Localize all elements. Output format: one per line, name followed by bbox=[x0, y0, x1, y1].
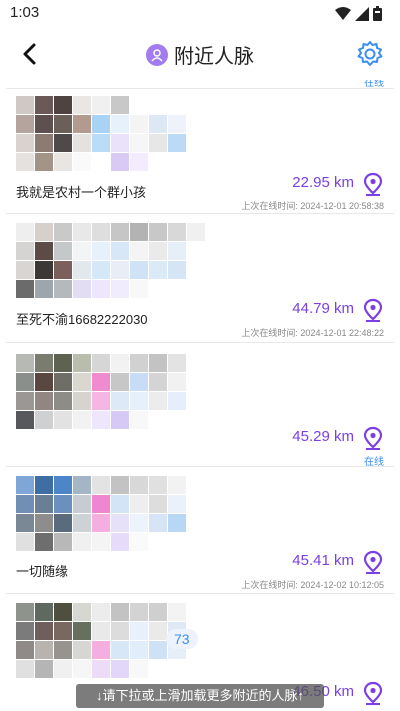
avatar bbox=[16, 96, 206, 172]
people-icon bbox=[146, 43, 168, 66]
gear-icon[interactable] bbox=[356, 40, 384, 68]
online-badge: 在线 bbox=[364, 457, 384, 468]
distance-label: 45.41 km bbox=[292, 552, 354, 569]
header: 附近人脉 bbox=[0, 28, 400, 80]
distance-label: 44.79 km bbox=[292, 300, 354, 317]
load-more-hint: ↓请下拉或上滑加载更多附近的人脉↑ bbox=[76, 684, 324, 708]
list-item[interactable]: 44.79 km 至死不渝16682222030 上次在线时间: 2024-12… bbox=[6, 215, 394, 343]
battery-icon bbox=[373, 6, 382, 21]
distance-label: 22.95 km bbox=[292, 174, 354, 191]
avatar bbox=[16, 476, 206, 552]
list-item[interactable]: 45.41 km 一切随缘 上次在线时间: 2024-12-02 10:12:0… bbox=[6, 468, 394, 594]
last-online-time: 上次在线时间: 2024-12-01 22:48:22 bbox=[241, 328, 384, 338]
location-pin-icon[interactable] bbox=[362, 172, 384, 196]
distance-label: 45.29 km bbox=[292, 428, 354, 445]
status-bar: 1:03 bbox=[0, 0, 400, 28]
signal-icon bbox=[355, 6, 369, 21]
page-title: 附近人脉 bbox=[174, 46, 254, 68]
status-icons bbox=[335, 6, 382, 21]
user-name: 一切随缘 bbox=[16, 564, 69, 579]
location-pin-icon[interactable] bbox=[362, 550, 384, 574]
location-pin-icon[interactable] bbox=[362, 426, 384, 450]
avatar bbox=[16, 354, 206, 430]
name-tag: 73 bbox=[166, 629, 198, 649]
last-online-time: 上次在线时间: 2024-12-02 10:12:05 bbox=[241, 580, 384, 590]
nearby-list[interactable]: 在线 22.95 km 我就是农村一个群小孩 上次在线时间: 2024-12-0… bbox=[0, 80, 400, 711]
avatar bbox=[16, 223, 206, 299]
divider bbox=[6, 88, 394, 89]
last-online-time: 上次在线时间: 2024-12-01 20:58:38 bbox=[241, 201, 384, 211]
location-pin-icon[interactable] bbox=[362, 681, 384, 705]
list-item[interactable]: 22.95 km 我就是农村一个群小孩 上次在线时间: 2024-12-01 2… bbox=[6, 90, 394, 214]
title-group: 附近人脉 bbox=[0, 40, 400, 69]
wifi-icon bbox=[335, 6, 351, 20]
location-pin-icon[interactable] bbox=[362, 298, 384, 322]
status-time: 1:03 bbox=[10, 4, 40, 21]
user-name: 我就是农村一个群小孩 bbox=[16, 185, 147, 200]
user-name: 至死不渝16682222030 bbox=[16, 312, 148, 327]
list-item[interactable]: 45.29 km 在线 bbox=[6, 344, 394, 468]
